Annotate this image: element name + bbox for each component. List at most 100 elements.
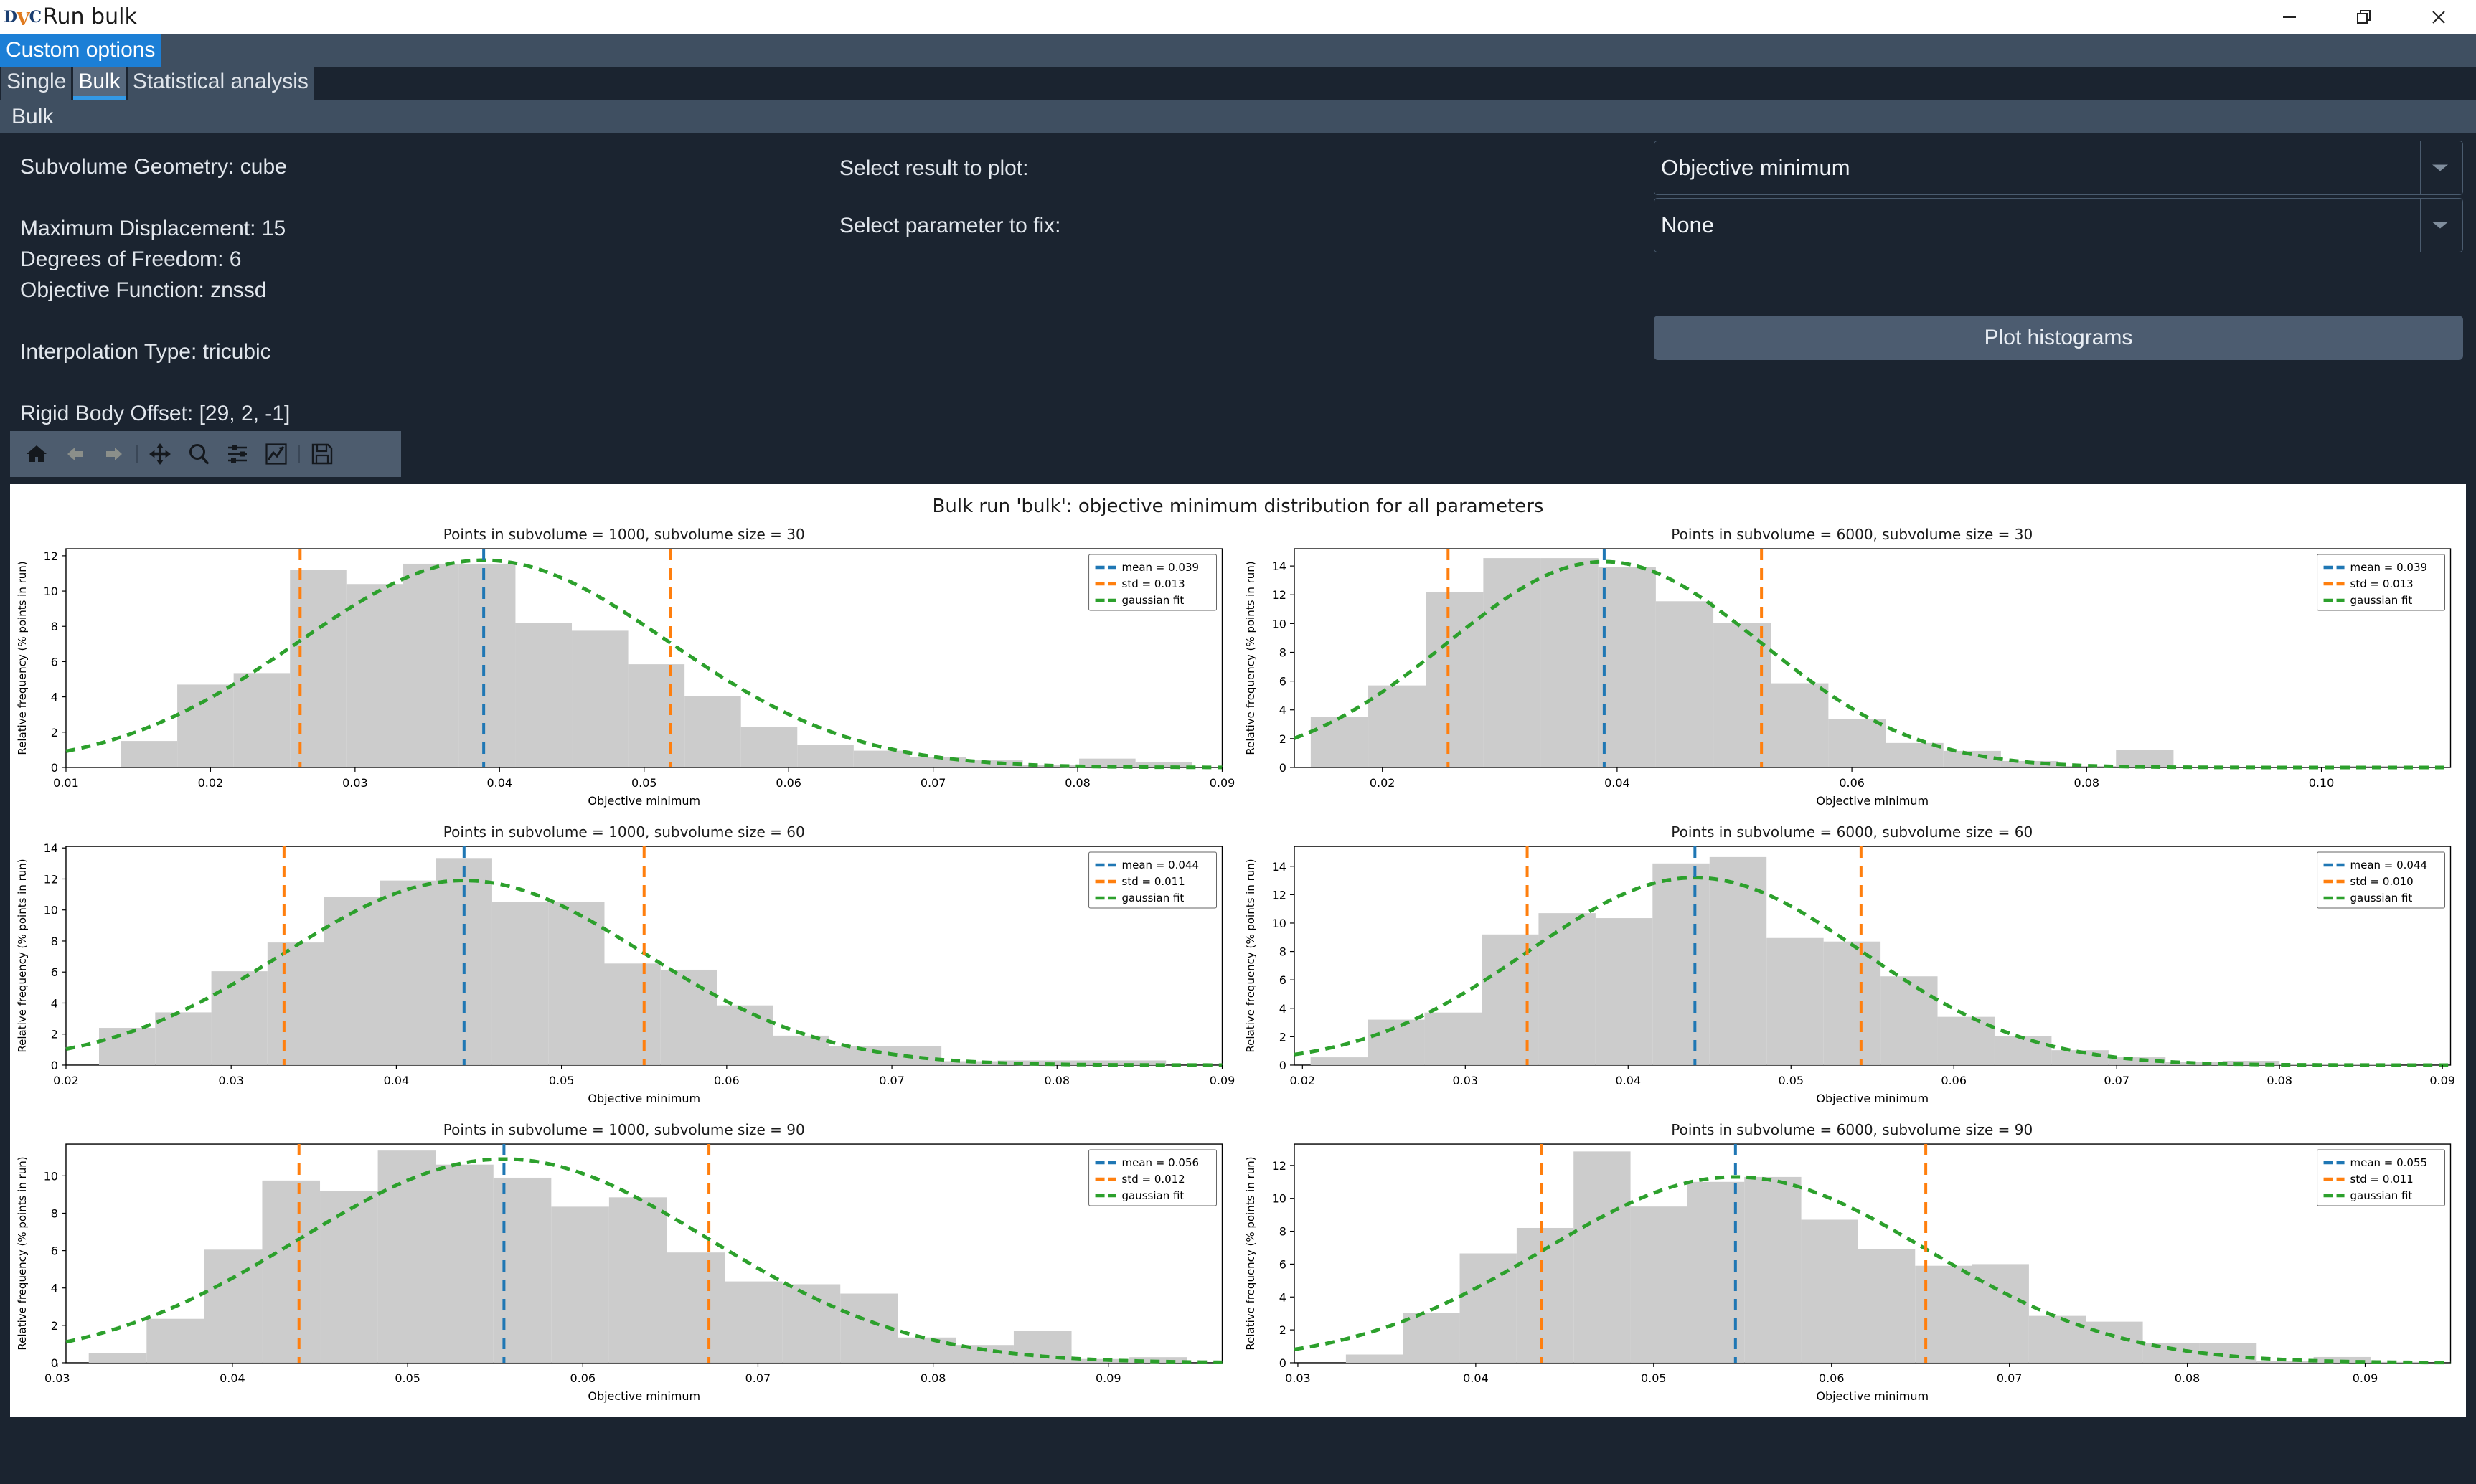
svg-text:4: 4 bbox=[51, 1282, 58, 1295]
svg-text:Objective minimum: Objective minimum bbox=[588, 1092, 700, 1105]
save-disk-icon[interactable] bbox=[303, 435, 342, 473]
svg-text:0.01: 0.01 bbox=[53, 776, 79, 790]
svg-text:0.09: 0.09 bbox=[2429, 1074, 2455, 1087]
tab-bulk[interactable]: Bulk bbox=[73, 67, 126, 100]
svg-text:0.09: 0.09 bbox=[1210, 776, 1235, 790]
subplot-title: Points in subvolume = 1000, subvolume si… bbox=[443, 526, 805, 543]
svg-text:0.04: 0.04 bbox=[220, 1371, 245, 1385]
svg-text:Relative frequency (% points i: Relative frequency (% points in run) bbox=[1243, 561, 1256, 755]
menubar: Custom options bbox=[0, 34, 2476, 67]
info-degrees-of-freedom: Degrees of Freedom: 6 bbox=[20, 247, 242, 271]
svg-text:4: 4 bbox=[1279, 1290, 1286, 1304]
label-select-result-to-plot: Select result to plot: bbox=[839, 156, 1029, 180]
svg-text:0.10: 0.10 bbox=[2308, 776, 2334, 790]
edit-axis-curves-icon[interactable] bbox=[257, 435, 296, 473]
svg-text:0.02: 0.02 bbox=[1369, 776, 1395, 790]
select-parameter-to-fix[interactable]: None bbox=[1654, 198, 2463, 252]
tab-single[interactable]: Single bbox=[1, 67, 72, 100]
svg-text:6: 6 bbox=[51, 1244, 58, 1258]
svg-text:0: 0 bbox=[51, 1059, 58, 1072]
svg-text:14: 14 bbox=[1271, 559, 1286, 573]
info-interpolation-type: Interpolation Type: tricubic bbox=[20, 340, 271, 364]
svg-text:14: 14 bbox=[1271, 860, 1286, 874]
svg-text:0.02: 0.02 bbox=[198, 776, 224, 790]
forward-arrow-icon[interactable] bbox=[95, 435, 133, 473]
svg-text:0: 0 bbox=[51, 761, 58, 775]
svg-text:12: 12 bbox=[1271, 1159, 1286, 1173]
select-parameter-value: None bbox=[1661, 212, 1715, 237]
select-result-to-plot[interactable]: Objective minimum bbox=[1654, 141, 2463, 195]
svg-text:0.04: 0.04 bbox=[384, 1074, 410, 1087]
svg-text:mean = 0.039: mean = 0.039 bbox=[1122, 561, 1199, 574]
toolbar-divider bbox=[136, 445, 138, 463]
subplot-2: Points in subvolume = 1000, subvolume si… bbox=[10, 815, 1238, 1112]
svg-text:6: 6 bbox=[51, 655, 58, 668]
svg-text:Objective minimum: Objective minimum bbox=[1816, 1389, 1929, 1403]
svg-text:0.06: 0.06 bbox=[570, 1371, 596, 1385]
chevron-down-icon bbox=[2432, 164, 2448, 171]
subplot-axes: 0.01 0.02 0.03 0.04 0.05 0.06 0.07 0.08 0.09 Obje… bbox=[10, 543, 1238, 815]
svg-text:0.02: 0.02 bbox=[53, 1074, 79, 1087]
svg-text:6: 6 bbox=[1279, 675, 1286, 689]
svg-text:8: 8 bbox=[1279, 945, 1286, 959]
back-arrow-icon[interactable] bbox=[56, 435, 95, 473]
svg-text:0: 0 bbox=[1279, 761, 1286, 775]
svg-text:0.09: 0.09 bbox=[2352, 1371, 2378, 1385]
svg-text:0.08: 0.08 bbox=[921, 1371, 946, 1385]
svg-text:Relative frequency (% points i: Relative frequency (% points in run) bbox=[16, 859, 29, 1052]
close-icon[interactable] bbox=[2401, 0, 2476, 34]
window-titlebar: DVC Run bulk bbox=[0, 0, 2476, 34]
histogram-plot: 0.01 0.02 0.03 0.04 0.05 0.06 0.07 0.08 0.09 Obje… bbox=[16, 548, 1235, 808]
pan-move-icon[interactable] bbox=[141, 435, 179, 473]
figure-title: Bulk run 'bulk': objective minimum distr… bbox=[932, 496, 1544, 517]
svg-text:0.08: 0.08 bbox=[2266, 1074, 2292, 1087]
logo-letter-c: C bbox=[29, 7, 42, 27]
select-result-value: Objective minimum bbox=[1661, 155, 1850, 180]
svg-text:0.07: 0.07 bbox=[745, 1371, 771, 1385]
zoom-magnifier-icon[interactable] bbox=[179, 435, 218, 473]
info-objective-function: Objective Function: znssd bbox=[20, 278, 267, 302]
window-controls bbox=[2252, 0, 2476, 34]
svg-text:10: 10 bbox=[44, 904, 58, 917]
figure-canvas[interactable]: Bulk run 'bulk': objective minimum distr… bbox=[10, 484, 2466, 1417]
svg-text:0.03: 0.03 bbox=[218, 1074, 244, 1087]
svg-text:mean = 0.044: mean = 0.044 bbox=[1122, 859, 1199, 871]
svg-text:10: 10 bbox=[44, 1169, 58, 1183]
subplot-title: Points in subvolume = 1000, subvolume si… bbox=[443, 823, 805, 841]
svg-text:gaussian fit: gaussian fit bbox=[2350, 1189, 2412, 1202]
svg-text:0.05: 0.05 bbox=[549, 1074, 575, 1087]
menu-item-custom-options[interactable]: Custom options bbox=[0, 34, 161, 67]
section-header: Bulk bbox=[0, 100, 2476, 133]
svg-text:0.07: 0.07 bbox=[921, 776, 946, 790]
configure-subplots-icon[interactable] bbox=[218, 435, 257, 473]
restore-icon[interactable] bbox=[2327, 0, 2401, 34]
svg-text:0.03: 0.03 bbox=[44, 1371, 70, 1385]
svg-text:0: 0 bbox=[1279, 1059, 1286, 1072]
svg-text:2: 2 bbox=[1279, 1323, 1286, 1337]
tab-statistical-analysis[interactable]: Statistical analysis bbox=[127, 67, 314, 100]
svg-text:0.05: 0.05 bbox=[1778, 1074, 1804, 1087]
subplot-0: Points in subvolume = 1000, subvolume si… bbox=[10, 517, 1238, 815]
svg-text:0.04: 0.04 bbox=[1615, 1074, 1641, 1087]
histogram-plot: 0.02 0.03 0.04 0.05 0.06 0.07 0.08 0.09 Objectiv… bbox=[1243, 846, 2455, 1105]
svg-text:2: 2 bbox=[51, 726, 58, 739]
subplot-axes: 0.02 0.04 0.06 0.08 0.10 Objective minimum 0 2 4… bbox=[1238, 543, 2467, 815]
svg-text:10: 10 bbox=[1271, 1192, 1286, 1206]
plot-histograms-button[interactable]: Plot histograms bbox=[1654, 316, 2463, 360]
svg-text:0.08: 0.08 bbox=[1044, 1074, 1070, 1087]
svg-text:0.04: 0.04 bbox=[487, 776, 513, 790]
svg-text:mean = 0.044: mean = 0.044 bbox=[2350, 859, 2426, 871]
histogram-plot: 0.03 0.04 0.05 0.06 0.07 0.08 0.09 Objective mi… bbox=[1243, 1143, 2451, 1403]
svg-text:mean = 0.039: mean = 0.039 bbox=[2350, 561, 2426, 574]
subplot-axes: 0.03 0.04 0.05 0.06 0.07 0.08 0.09 Objective mi… bbox=[10, 1138, 1238, 1410]
svg-text:0: 0 bbox=[1279, 1356, 1286, 1370]
svg-text:10: 10 bbox=[1271, 917, 1286, 930]
histogram-plot: 0.02 0.04 0.06 0.08 0.10 Objective minimum 0 2 4… bbox=[1243, 548, 2451, 808]
minimize-icon[interactable] bbox=[2252, 0, 2327, 34]
svg-text:14: 14 bbox=[44, 841, 58, 855]
svg-text:12: 12 bbox=[44, 549, 58, 563]
subplot-title: Points in subvolume = 6000, subvolume si… bbox=[1671, 823, 2033, 841]
svg-text:gaussian fit: gaussian fit bbox=[2350, 892, 2412, 904]
home-icon[interactable] bbox=[17, 435, 56, 473]
svg-text:0.08: 0.08 bbox=[2174, 1371, 2200, 1385]
